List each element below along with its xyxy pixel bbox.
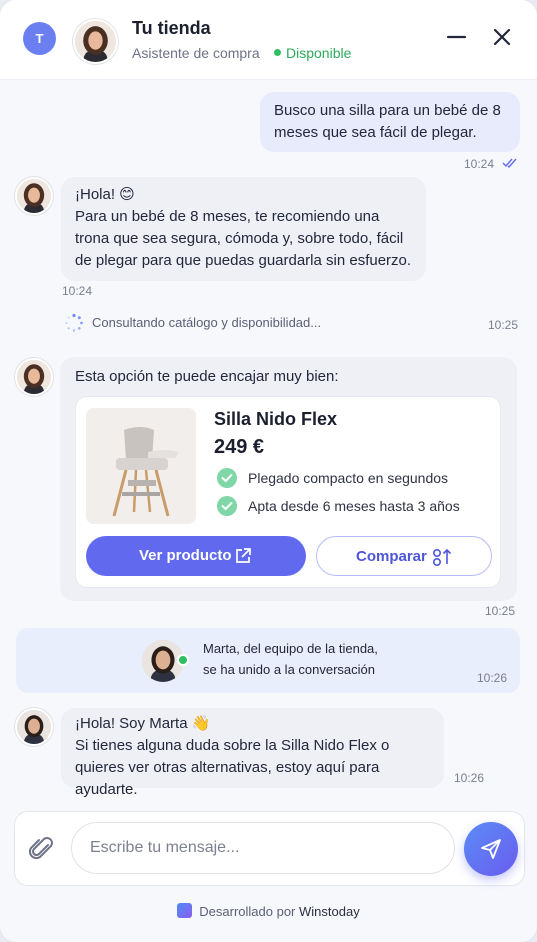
compare-icon [432,548,452,567]
chat-subtitle: Asistente de compra [132,45,260,61]
check-circle-icon [217,468,237,488]
user-initial-avatar[interactable]: T [23,22,56,55]
user-message: Busco una silla para un bebé de 8 meses … [260,92,520,152]
product-price: 249 € [214,436,265,458]
agent-joined-notice [16,628,520,693]
check-circle-icon [217,496,237,516]
attach-button[interactable] [27,834,57,864]
close-button[interactable] [489,24,515,50]
product-image[interactable] [86,408,196,524]
minimize-button[interactable] [444,24,470,50]
user-message-time: 10:24 [464,157,495,171]
compare-button[interactable]: Comparar [316,536,492,576]
assistant-avatar [15,358,53,396]
agent-joined-time: 10:26 [477,671,508,685]
status-text: Disponible [286,45,352,61]
read-receipt-icon [502,158,517,169]
view-product-label: Ver producto [139,547,232,564]
winstoday-logo-icon [177,903,193,918]
message-input[interactable] [71,822,455,874]
paperclip-icon [28,837,53,860]
powered-by-footer: Desarrollado por Winstoday [0,903,537,919]
agent-message: ¡Hola! Soy Marta 👋 Si tienes alguna duda… [61,708,444,798]
product-message-time: 10:25 [485,604,516,618]
close-icon [493,28,511,46]
send-icon [481,839,501,859]
assistant-avatar [73,19,118,64]
assistant-avatar [15,177,53,215]
agent-message-text: Si tienes alguna duda sobre la Silla Nid… [75,737,390,798]
minimize-icon [446,35,467,39]
online-indicator [177,654,189,666]
send-button[interactable] [464,822,518,876]
external-link-icon [236,548,251,563]
agent-joined-line2: se ha unido a la conversación [203,662,376,677]
chat-window: T Tu tienda Asistente de compra Disponib… [0,0,537,942]
chat-header: T Tu tienda Asistente de compra Disponib… [0,0,537,80]
compare-label: Comparar [356,548,427,565]
product-feature-text: Apta desde 6 meses hasta 3 años [248,498,460,514]
loading-spinner-icon [65,313,83,332]
powered-by-prefix: Desarrollado por [199,904,296,919]
chat-title: Tu tienda [132,18,211,38]
assistant-message-time: 10:24 [62,284,93,298]
assistant-message-greeting: ¡Hola! 😊 [75,186,135,203]
product-feature-text: Plegado compacto en segundos [248,470,449,486]
view-product-button[interactable]: Ver producto [86,536,306,576]
powered-by-brand[interactable]: Winstoday [299,904,360,919]
high-chair-image [86,408,196,524]
status-dot [274,49,281,56]
status-badge: Disponible [274,45,351,61]
product-name[interactable]: Silla Nido Flex [214,409,337,430]
agent-joined-line1: Marta, del equipo de la tienda, [203,641,378,656]
agent-message-time: 10:26 [454,771,485,785]
product-intro-text: Esta opción te puede encajar muy bien: [75,368,339,385]
assistant-message: ¡Hola! 😊 Para un bebé de 8 meses, te rec… [61,177,426,281]
consulting-time: 10:25 [488,318,519,332]
consulting-status: Consultando catálogo y disponibilidad... [92,315,322,330]
agent-avatar [15,708,53,746]
agent-message-greeting: ¡Hola! Soy Marta 👋 [75,715,211,732]
assistant-message-text: Para un bebé de 8 meses, te recomiendo u… [75,208,412,269]
user-message-text: Busco una silla para un bebé de 8 meses … [274,102,501,141]
